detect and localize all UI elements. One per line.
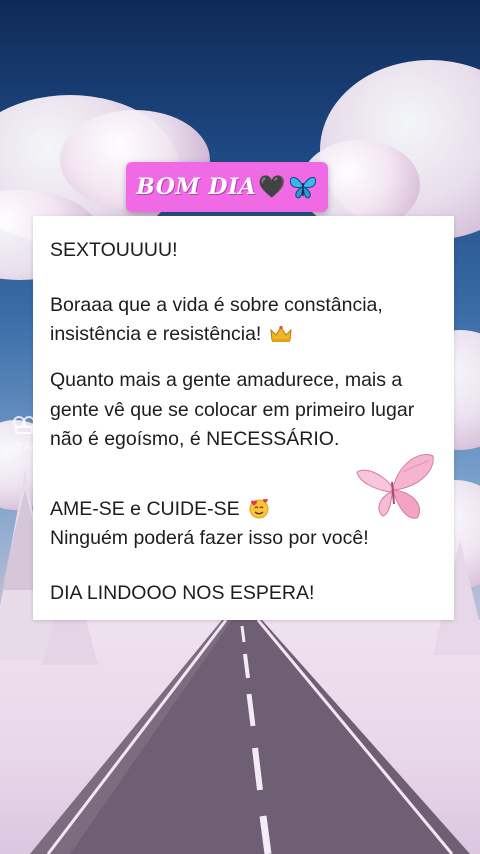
message-line: não é egoísmo, é NECESSÁRIO.	[50, 428, 340, 450]
message-text: AME-SE e CUIDE-SE	[50, 498, 240, 520]
black-heart-icon: 🖤	[258, 174, 286, 199]
crown-icon	[270, 325, 292, 342]
message-line: SEXTOUUUU!	[50, 239, 178, 261]
message-line: insistência e resistência!	[50, 320, 440, 349]
message-text: insistência e resistência!	[50, 323, 262, 345]
greeting-text: BOM DIA	[136, 174, 257, 200]
message-line: gente vê que se colocar em primeiro luga…	[50, 399, 415, 421]
smiling-face-with-hearts-icon	[249, 498, 269, 519]
message-line: Ninguém poderá fazer isso por você!	[50, 527, 369, 549]
message-line: DIA LINDOOO NOS ESPERA!	[50, 582, 315, 604]
message-card: SEXTOUUUU! Boraaa que a vida é sobre con…	[33, 216, 454, 620]
greeting-banner: BOM DIA 🖤	[126, 162, 328, 212]
message-line: Quanto mais a gente amadurece, mais a	[50, 369, 403, 391]
watermark-username: @Ar	[12, 441, 35, 453]
pink-butterfly-icon	[356, 454, 434, 519]
blue-butterfly-icon	[289, 177, 316, 199]
message-line: Boraaa que a vida é sobre constância,	[50, 294, 383, 316]
